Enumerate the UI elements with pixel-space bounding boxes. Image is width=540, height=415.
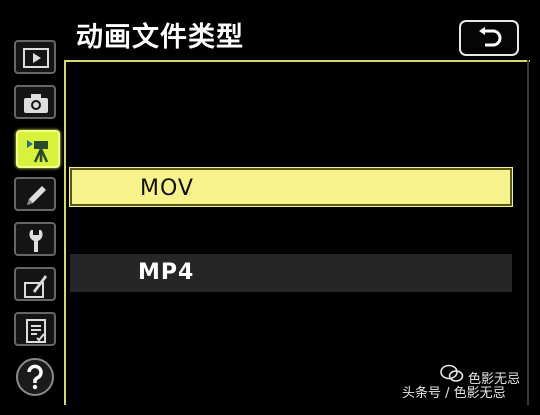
sidebar-item-photo-shooting[interactable]	[14, 85, 56, 119]
movie-camera-icon	[27, 140, 49, 163]
pencil-icon	[27, 186, 46, 205]
help-icon	[27, 364, 43, 390]
content-frame-top	[64, 60, 530, 62]
option-mov-label: MOV	[140, 176, 194, 201]
wechat-logo-icon	[440, 364, 464, 382]
recent-settings-icon	[26, 319, 46, 343]
option-mov[interactable]: MOV	[70, 168, 512, 206]
back-button[interactable]	[459, 20, 519, 56]
sidebar-item-playback[interactable]	[14, 40, 56, 74]
page-title: 动画文件类型	[76, 22, 244, 53]
content-frame-right	[527, 60, 529, 405]
wrench-icon	[29, 230, 43, 252]
content-frame-left	[64, 60, 66, 405]
retouch-icon	[24, 275, 47, 298]
option-mp4[interactable]: MP4	[70, 254, 512, 292]
sidebar-item-help[interactable]	[16, 358, 54, 396]
sidebar-item-custom-settings[interactable]	[14, 177, 56, 211]
sidebar-item-setup[interactable]	[14, 222, 56, 256]
camera-icon	[24, 94, 48, 113]
sidebar-item-retouch[interactable]	[14, 267, 56, 301]
camera-menu-screen: 动画文件类型 MOV MP4 色影无忌 头条号 / 色影无忌	[0, 0, 540, 415]
sidebar-item-movie-shooting[interactable]	[16, 130, 60, 168]
watermark-source: 头条号 / 色影无忌	[402, 386, 506, 401]
sidebar-item-recent-settings[interactable]	[14, 312, 56, 346]
option-mp4-label: MP4	[138, 260, 195, 285]
return-arrow-icon	[479, 27, 502, 47]
playback-icon	[23, 48, 49, 68]
